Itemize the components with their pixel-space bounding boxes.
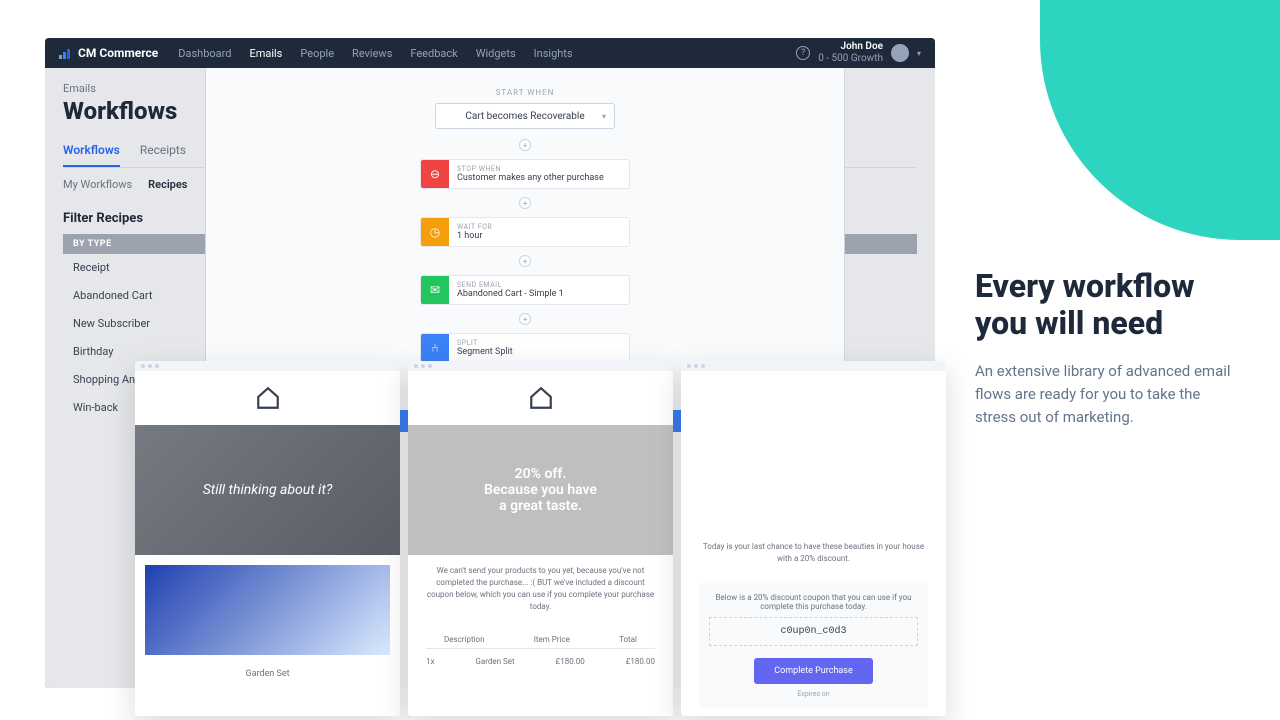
tab-workflows[interactable]: Workflows <box>63 143 120 167</box>
window-dots <box>135 361 400 371</box>
headline: Every workflow you will need <box>975 268 1240 342</box>
order-columns: DescriptionItem PriceTotal <box>426 631 655 649</box>
topbar: CM Commerce Dashboard Emails People Reviews… <box>45 38 935 68</box>
hero-image: 20% off. Because you have a great taste. <box>408 425 673 555</box>
workflow-node[interactable]: ⑃SPLITSegment Split <box>420 333 630 363</box>
nav-dashboard[interactable]: Dashboard <box>178 47 231 60</box>
house-icon <box>255 385 281 411</box>
email-preview-3: Today is your last chance to have these … <box>681 361 946 716</box>
window-dots <box>681 361 946 371</box>
nav-insights[interactable]: Insights <box>534 47 573 60</box>
coupon-code: c0up0n_c0d3 <box>709 617 918 646</box>
nav-reviews[interactable]: Reviews <box>352 47 392 60</box>
add-step-icon[interactable]: + <box>519 139 531 151</box>
hero-image <box>681 371 946 531</box>
email-previews: Still thinking about it? Garden Set 20% … <box>135 361 946 716</box>
subtab-recipes[interactable]: Recipes <box>148 178 187 191</box>
add-step-icon[interactable]: + <box>519 197 531 209</box>
help-icon[interactable]: ? <box>796 46 810 60</box>
order-row: 1xGarden Set£180.00£180.00 <box>408 653 673 670</box>
start-label: START WHEN <box>246 88 804 97</box>
email-preview-2: 20% off. Because you have a great taste.… <box>408 361 673 716</box>
lead-text: Today is your last chance to have these … <box>681 531 946 575</box>
email-preview-1: Still thinking about it? Garden Set <box>135 361 400 716</box>
trigger-select[interactable]: Cart becomes Recoverable <box>435 103 615 129</box>
node-icon: ⊖ <box>421 160 449 188</box>
user-name: John Doe <box>818 41 883 53</box>
brand-label: CM Commerce <box>78 46 158 60</box>
node-icon: ⑃ <box>421 334 449 362</box>
subtab-my-workflows[interactable]: My Workflows <box>63 178 132 191</box>
marketing-copy: Every workflow you will need An extensiv… <box>975 268 1240 429</box>
chevron-down-icon[interactable]: ▾ <box>917 49 921 58</box>
decorative-blob <box>1040 0 1280 240</box>
workflow-node[interactable]: ✉SEND EMAILAbandoned Cart - Simple 1 <box>420 275 630 305</box>
add-step-icon[interactable]: + <box>519 313 531 325</box>
node-icon: ✉ <box>421 276 449 304</box>
avatar[interactable] <box>891 44 909 62</box>
user-area[interactable]: ? John Doe 0 - 500 Growth ▾ <box>796 41 921 65</box>
nav-widgets[interactable]: Widgets <box>476 47 516 60</box>
tab-receipts[interactable]: Receipts <box>140 143 186 167</box>
house-icon <box>794 431 834 471</box>
nav-people[interactable]: People <box>300 47 334 60</box>
body-text: We can't send your products to you yet, … <box>408 555 673 623</box>
user-plan: 0 - 500 Growth <box>818 53 883 65</box>
app-screenshot: CM Commerce Dashboard Emails People Reviews… <box>45 38 935 688</box>
expire-label: Expires on <box>709 690 918 698</box>
hero-image: Still thinking about it? <box>135 425 400 555</box>
workflow-node[interactable]: ⊖STOP WHENCustomer makes any other purch… <box>420 159 630 189</box>
window-dots <box>408 361 673 371</box>
house-icon <box>528 385 554 411</box>
complete-purchase-button[interactable]: Complete Purchase <box>754 658 872 684</box>
subheadline: An extensive library of advanced email f… <box>975 360 1240 430</box>
node-icon: ◷ <box>421 218 449 246</box>
add-step-icon[interactable]: + <box>519 255 531 267</box>
main-nav: Dashboard Emails People Reviews Feedback Widg… <box>178 47 572 60</box>
brand[interactable]: CM Commerce <box>59 46 158 60</box>
product-image <box>145 565 390 655</box>
nav-emails[interactable]: Emails <box>249 47 282 60</box>
nav-feedback[interactable]: Feedback <box>410 47 457 60</box>
coupon-block: Below is a 20% discount coupon that you … <box>699 583 928 708</box>
workflow-node[interactable]: ◷WAIT FOR1 hour <box>420 217 630 247</box>
product-caption: Garden Set <box>135 665 400 689</box>
brand-icon <box>59 48 73 58</box>
